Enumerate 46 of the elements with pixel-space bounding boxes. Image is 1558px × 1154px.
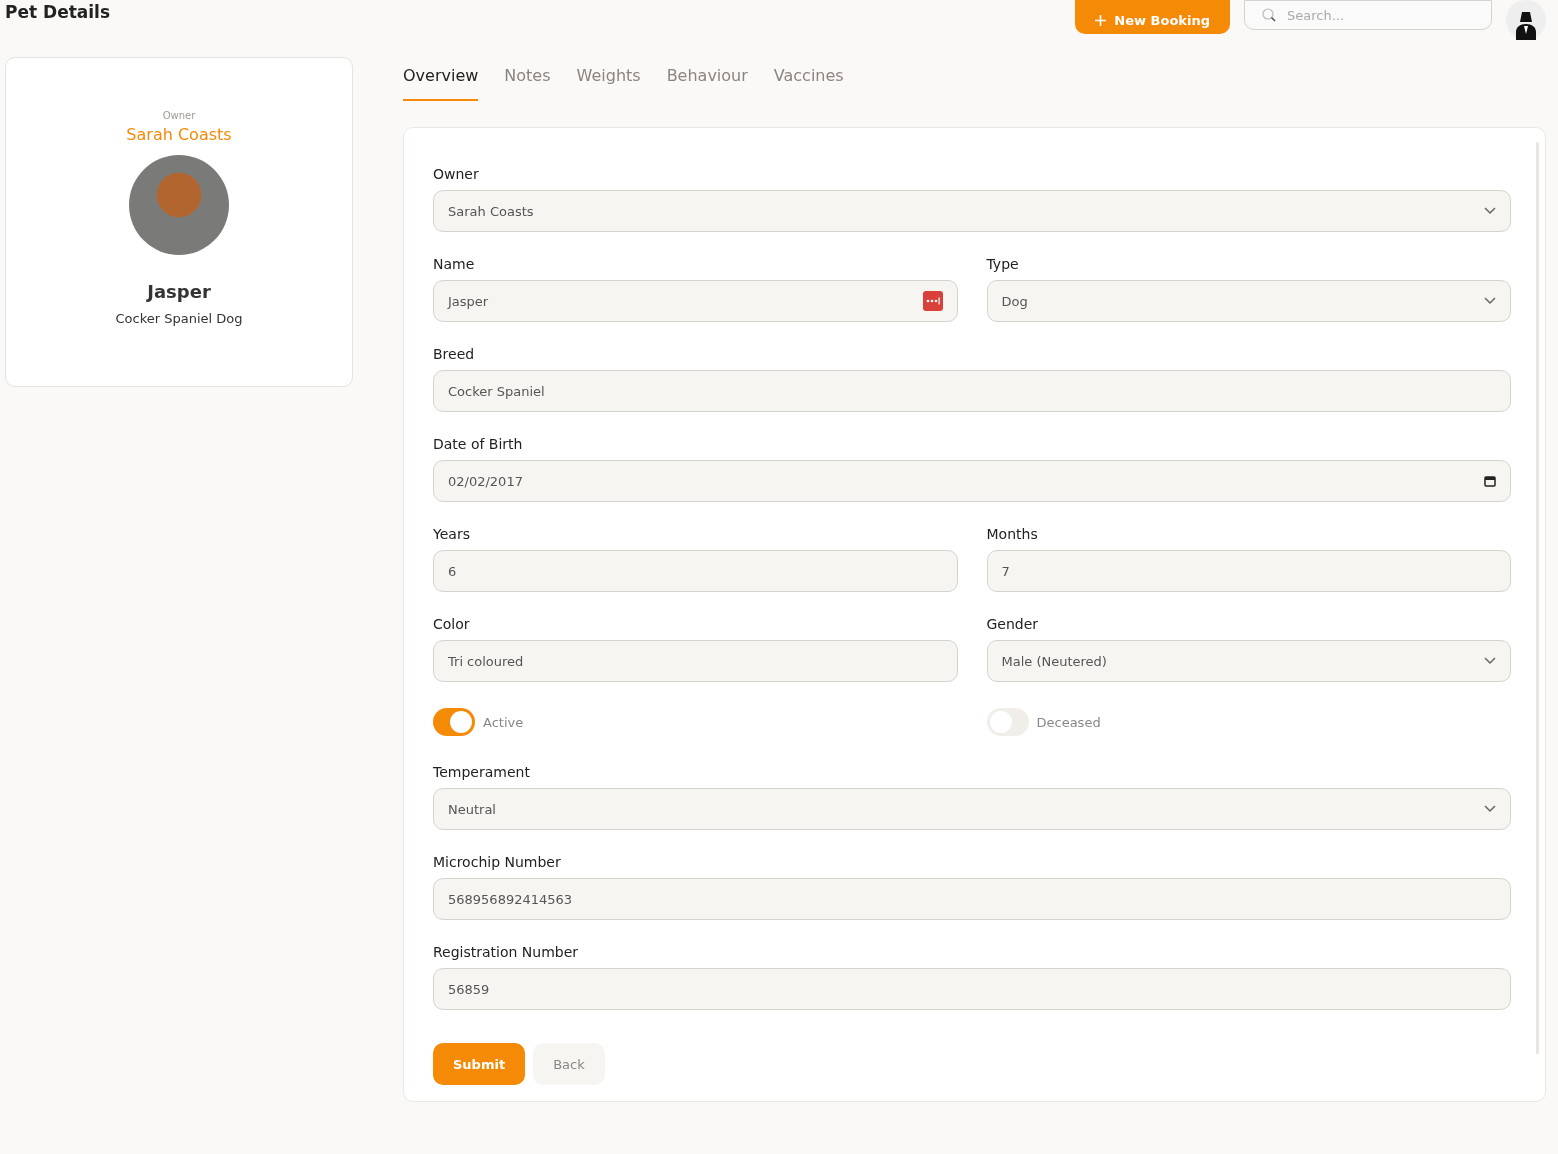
select-field[interactable]: Sarah Coasts — [433, 190, 1511, 232]
plus-icon — [1095, 14, 1107, 26]
calendar-icon[interactable] — [1484, 475, 1496, 487]
chevron-down-icon — [1484, 207, 1496, 215]
search-field[interactable]: Search... — [1244, 0, 1492, 30]
field-label: Name — [433, 256, 476, 272]
field-label: Breed — [433, 346, 476, 362]
pet-description: Cocker Spaniel Dog — [115, 311, 243, 326]
pet-name: Jasper — [147, 281, 211, 302]
input-field[interactable]: 7 — [986, 550, 1511, 592]
input-field[interactable]: 6 — [433, 550, 958, 592]
field-label: Date of Birth — [433, 436, 524, 452]
input-field[interactable]: 56859 — [433, 968, 1511, 1010]
input-field[interactable]: Tri coloured — [433, 640, 958, 682]
select-field[interactable]: Neutral — [433, 788, 1511, 830]
field-label: Microchip Number — [433, 854, 562, 870]
tab[interactable]: Notes — [504, 57, 551, 101]
toggle-label: Active — [483, 714, 524, 730]
field-label: Owner — [433, 166, 480, 182]
tab[interactable]: Vaccines — [773, 57, 844, 101]
field-label: Registration Number — [433, 944, 580, 960]
chevron-down-icon — [1484, 657, 1496, 665]
search-icon — [1262, 8, 1276, 22]
field-label: Months — [986, 526, 1039, 542]
field-label: Type — [986, 256, 1020, 272]
field-label: Temperament — [433, 764, 531, 780]
chevron-down-icon — [1484, 297, 1496, 305]
input-field[interactable]: 568956892414563 — [433, 878, 1511, 920]
tab[interactable]: Weights — [576, 57, 641, 101]
date-field[interactable]: 02/02/2017 — [433, 460, 1511, 502]
tab[interactable]: Overview — [403, 57, 479, 101]
input-field[interactable]: Cocker Spaniel — [433, 370, 1511, 412]
tab[interactable]: Behaviour — [666, 57, 748, 101]
field-label: Years — [433, 526, 471, 542]
toggle-switch[interactable] — [433, 708, 475, 736]
user-avatar[interactable] — [1506, 0, 1546, 40]
chevron-down-icon — [1484, 805, 1496, 813]
owner-caption: Owner — [162, 110, 196, 121]
page-title: Pet Details — [5, 1, 112, 24]
input-field[interactable]: Jasper — [433, 280, 958, 322]
field-label: Gender — [986, 616, 1040, 632]
select-field[interactable]: Dog — [986, 280, 1511, 322]
password-manager-icon[interactable] — [922, 291, 943, 311]
field-label: Color — [433, 616, 471, 632]
toggle-label: Deceased — [1036, 714, 1101, 730]
select-field[interactable]: Male (Neutered) — [986, 640, 1511, 682]
